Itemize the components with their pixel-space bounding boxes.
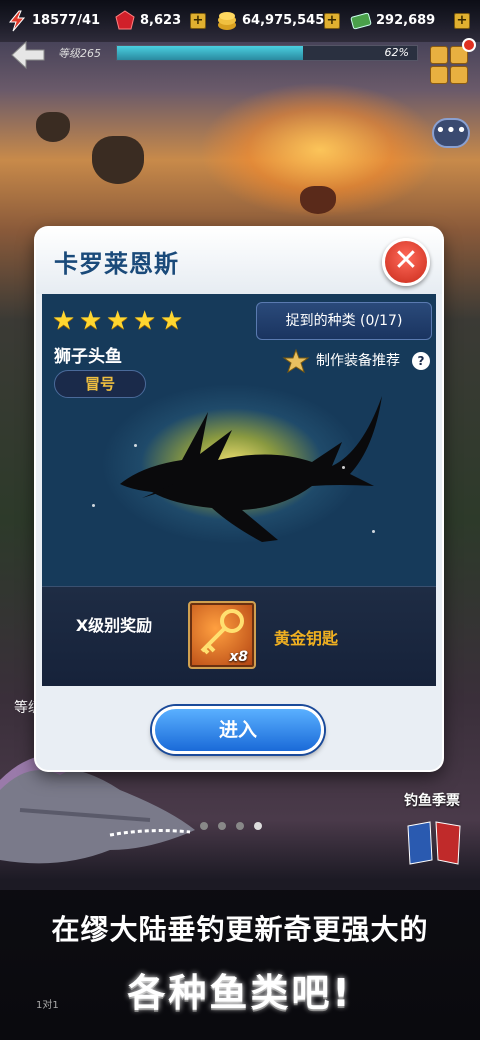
page-dot [236,822,244,830]
promo-caption-line1: 在缪大陆垂钓更新奇更强大的 [51,913,429,946]
gems-counter: 8,623 + [114,10,208,32]
back-arrow-icon[interactable] [8,38,48,72]
gold-coins-icon [218,12,236,30]
star-icon: ★ [133,306,157,336]
star-icon: ★ [106,306,130,336]
sparkle [372,530,375,533]
season-pass-label: 钓鱼季票 [404,793,460,809]
corner-text: 1对1 [36,1000,59,1011]
season-pass-icon[interactable] [404,820,466,868]
reward-name: 黄金钥匙 [274,629,339,648]
enter-button[interactable]: 进入 [152,706,324,754]
fish-name: 狮子头鱼 [54,347,122,367]
caught-species-button[interactable]: 捉到的种类 (0/17) [256,302,432,340]
star-icon: ★ [160,306,184,336]
sparkle [134,444,137,447]
add-gems-button[interactable]: + [190,13,206,29]
reward-label: X级别奖励 [75,616,153,635]
page-dot [218,822,226,830]
cash-counter: 292,689 + [350,10,474,32]
gold-counter: 64,975,545 + [216,10,344,32]
fish-info-dialog: 卡罗莱恩斯 ✕ ★ ★ ★ ★ ★ 狮子头鱼 冒号 捉到的种类 (0/17) 制作装备推… [36,228,442,770]
sparkle [92,504,95,507]
xp-progress-bar: 62% [116,45,418,61]
xp-percent: 62% [384,46,409,59]
xp-progress-fill [117,46,303,60]
reward-section: X级别奖励 x8 黄金钥匙 [42,586,436,686]
crafting-icon [282,348,310,374]
page-dot [254,822,262,830]
ruby-icon [115,10,135,30]
add-gold-button[interactable]: + [324,13,340,29]
player-level: 等级265 [58,47,101,60]
page-dot [200,822,208,830]
chat-bubble-icon[interactable]: ••• [432,118,470,148]
floating-island [300,186,336,214]
close-x-icon[interactable]: ✕ [382,238,430,286]
floating-island [36,112,70,142]
dialog-title: 卡罗莱恩斯 [54,250,179,278]
floating-island [92,136,144,184]
promo-caption-line2: 各种鱼类吧! [127,971,353,1015]
notification-dot [462,38,476,52]
help-icon[interactable]: ? [412,352,430,370]
resource-bar: 18577/41 8,623 + 64,975,545 + 292,689 + [0,0,480,42]
reward-quantity: x8 [229,649,248,665]
sparkle [342,466,345,469]
energy-counter: 18577/41 [6,10,106,32]
reward-item-slot[interactable]: x8 [188,601,256,669]
dialog-header: 卡罗莱恩斯 ✕ [36,228,442,294]
star-icon: ★ [79,306,103,336]
add-cash-button[interactable]: + [454,13,470,29]
fish-silhouette [120,396,382,542]
star-icon: ★ [52,306,76,336]
fish-panel: ★ ★ ★ ★ ★ 狮子头鱼 冒号 捉到的种类 (0/17) 制作装备推荐 ? [42,294,436,586]
lightning-icon [8,10,26,32]
cash-icon [350,12,372,30]
